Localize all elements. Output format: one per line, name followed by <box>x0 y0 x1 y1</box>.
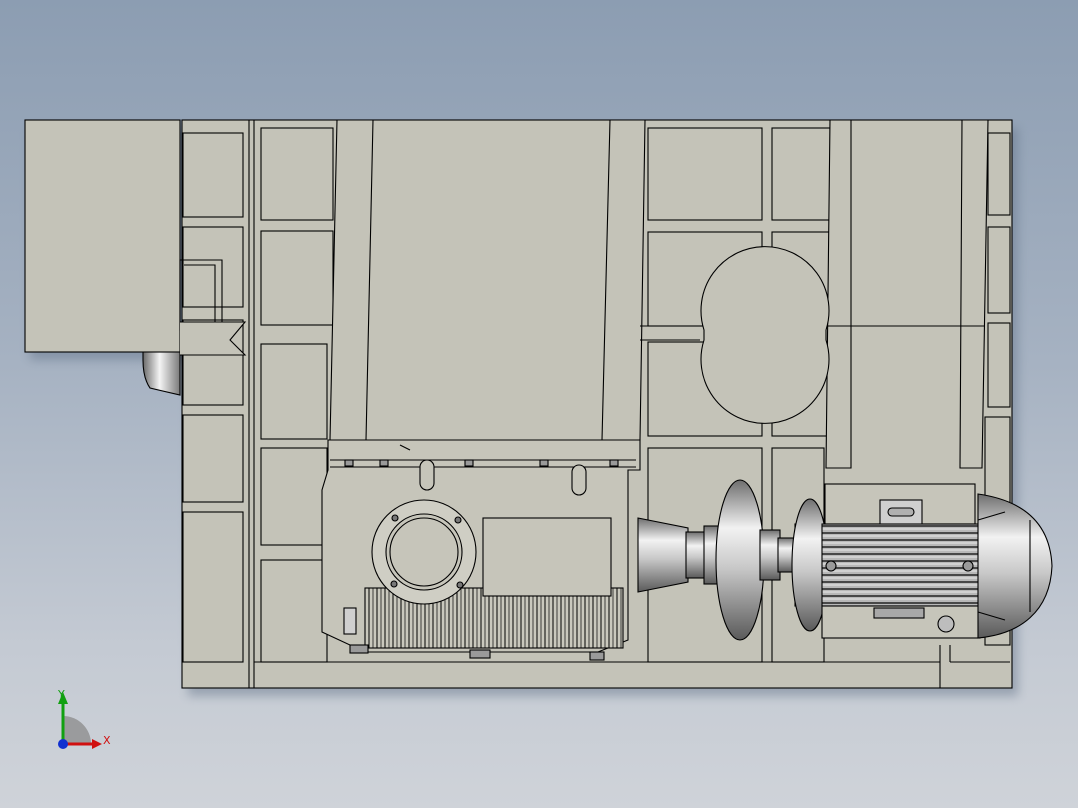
triad-x-axis-label: X <box>103 734 111 747</box>
electric-motor[interactable] <box>791 483 1053 639</box>
cad-graphics-viewport[interactable]: X Y <box>0 0 1078 808</box>
triad-y-axis-label: Y <box>58 688 65 701</box>
gearbox[interactable] <box>321 439 641 661</box>
triad-xy-plane-arc <box>63 716 91 744</box>
inspection-opening <box>700 246 830 424</box>
